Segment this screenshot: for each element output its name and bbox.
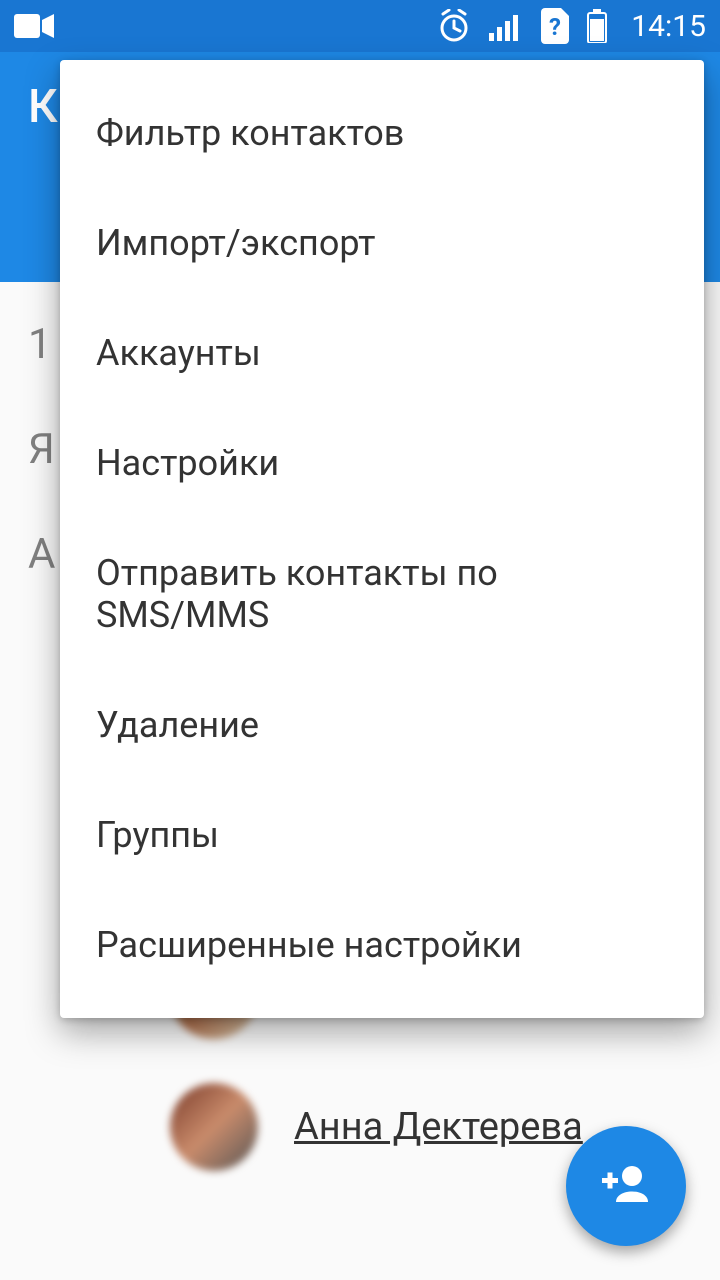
app-title: К bbox=[28, 80, 58, 134]
menu-item-groups[interactable]: Группы bbox=[60, 780, 704, 890]
menu-item-settings[interactable]: Настройки bbox=[60, 408, 704, 518]
status-time: 14:15 bbox=[631, 9, 706, 44]
signal-icon bbox=[489, 11, 523, 41]
menu-item-accounts[interactable]: Аккаунты bbox=[60, 298, 704, 408]
svg-text:?: ? bbox=[549, 13, 561, 41]
avatar bbox=[170, 1083, 258, 1171]
add-person-icon bbox=[598, 1156, 654, 1216]
menu-item-send-sms-mms[interactable]: Отправить контакты по SMS/MMS bbox=[60, 518, 704, 670]
menu-item-import-export[interactable]: Импорт/экспорт bbox=[60, 188, 704, 298]
menu-item-delete[interactable]: Удаление bbox=[60, 670, 704, 780]
video-icon bbox=[14, 12, 54, 40]
battery-icon bbox=[587, 9, 607, 43]
menu-item-filter-contacts[interactable]: Фильтр контактов bbox=[60, 78, 704, 188]
overflow-menu: Фильтр контактов Импорт/экспорт Аккаунты… bbox=[60, 60, 704, 1018]
sim-question-icon: ? bbox=[541, 8, 569, 44]
contact-name: Анна Дектерева bbox=[294, 1105, 583, 1149]
add-contact-fab[interactable] bbox=[566, 1126, 686, 1246]
menu-item-advanced-settings[interactable]: Расширенные настройки bbox=[60, 890, 704, 1000]
alarm-icon bbox=[437, 9, 471, 43]
status-bar: ? 14:15 bbox=[0, 0, 720, 52]
